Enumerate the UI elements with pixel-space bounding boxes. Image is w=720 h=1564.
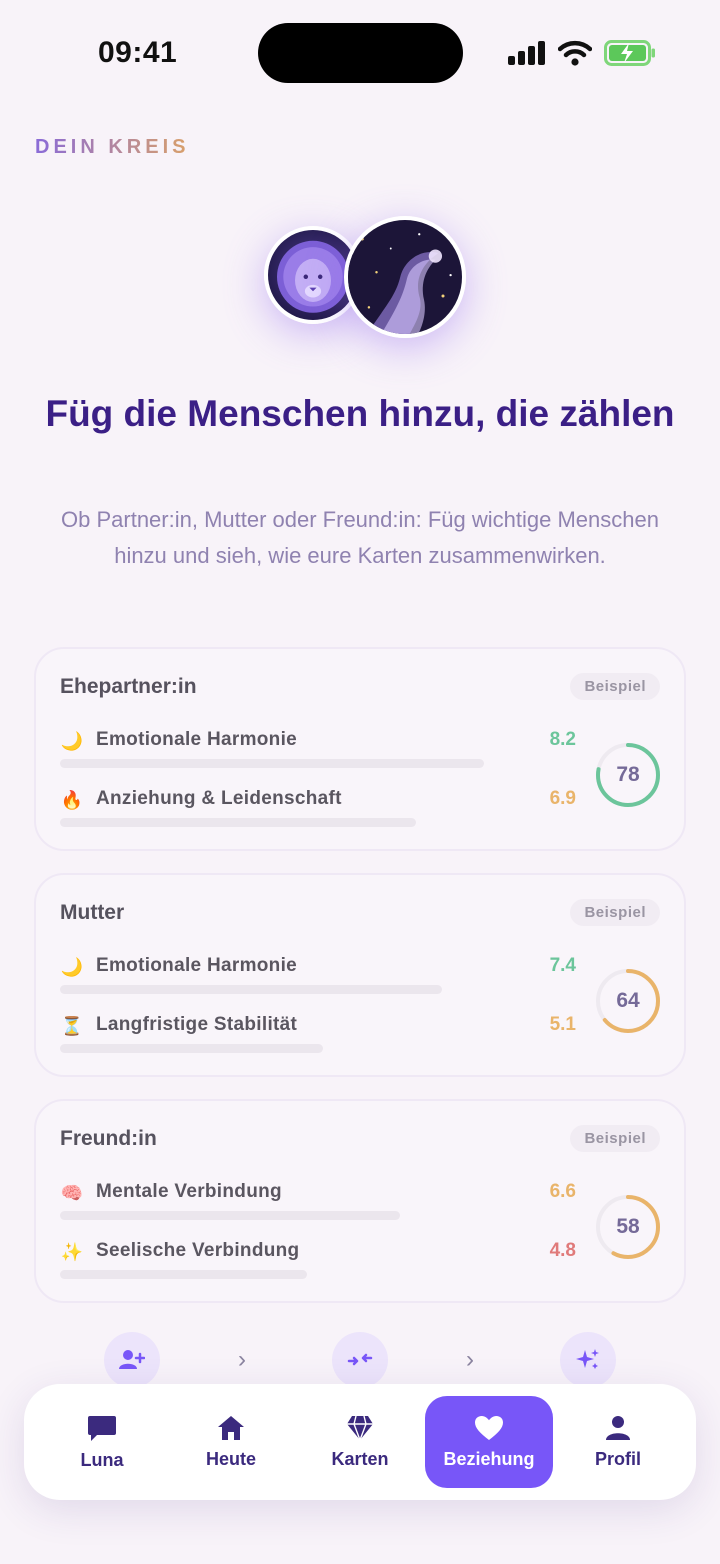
gem-icon (347, 1415, 373, 1441)
sparkles-icon: ✨ (60, 1242, 84, 1262)
metric-value: 5.1 (549, 1014, 576, 1035)
example-badge: Beispiel (570, 1125, 660, 1152)
metric-value: 6.9 (549, 788, 576, 809)
step-add-person (104, 1332, 160, 1388)
tab-heute[interactable]: Heute (167, 1396, 295, 1488)
hourglass-icon: ⏳ (60, 1016, 84, 1036)
score-value: 58 (616, 1215, 640, 1238)
metric-label: Emotionale Harmonie (96, 729, 298, 750)
tab-luna[interactable]: Luna (38, 1396, 166, 1488)
status-bar: 09:41 (0, 0, 720, 100)
tab-label: Profil (594, 1448, 641, 1469)
metric-row: 🔥 Anziehung & Leidenschaft 6.9 (60, 788, 576, 838)
card-title: Mutter (60, 901, 125, 924)
signal-icon (508, 41, 545, 65)
metric-value: 6.6 (549, 1181, 576, 1202)
metric-bar (60, 1211, 400, 1220)
score-ring: 64 (594, 967, 662, 1035)
metric-label: Anziehung & Leidenschaft (96, 788, 342, 809)
tab-label: Luna (80, 1449, 124, 1470)
step-insights (560, 1332, 616, 1388)
example-badge: Beispiel (570, 899, 660, 926)
tab-profil[interactable]: Profil (554, 1396, 682, 1488)
score-ring: 78 (594, 741, 662, 809)
status-time: 09:41 (98, 36, 178, 69)
galaxy-avatar (344, 216, 466, 338)
merge-icon (347, 1353, 373, 1366)
metric-value: 7.4 (549, 955, 576, 976)
page-title: Füg die Menschen hinzu, die zählen (45, 393, 675, 434)
score-value: 64 (616, 989, 640, 1012)
add-user-icon (119, 1350, 145, 1369)
metric-bar (60, 985, 442, 994)
tab-label: Karten (331, 1448, 389, 1469)
chevron-right-icon: › (466, 1346, 474, 1373)
card-title: Freund:in (60, 1127, 157, 1150)
section-label: DEIN KREIS (35, 136, 190, 158)
metric-label: Seelische Verbindung (96, 1240, 300, 1261)
relationship-card-freund[interactable]: Freund:in Beispiel 🧠 Mentale Verbindung … (34, 1099, 686, 1303)
metric-bar (60, 818, 416, 827)
chevron-right-icon: › (238, 1346, 246, 1373)
sparkles-icon (576, 1349, 599, 1369)
status-icons (508, 38, 656, 68)
wifi-icon (558, 40, 592, 66)
home-icon (218, 1415, 244, 1440)
metric-bar (60, 1044, 323, 1053)
metric-row: 🌙 Emotionale Harmonie 7.4 (60, 955, 576, 1005)
chat-icon (88, 1415, 116, 1441)
dynamic-island (258, 23, 463, 83)
moon-icon: 🌙 (60, 731, 84, 751)
metric-label: Mentale Verbindung (96, 1181, 282, 1202)
heart-icon (475, 1415, 503, 1440)
relationship-card-mutter[interactable]: Mutter Beispiel 🌙 Emotionale Harmonie 7.… (34, 873, 686, 1077)
score-ring: 58 (594, 1193, 662, 1261)
step-compare (332, 1332, 388, 1388)
metric-row: ✨ Seelische Verbindung 4.8 (60, 1240, 576, 1290)
card-title: Ehepartner:in (60, 675, 197, 698)
tab-beziehung[interactable]: Beziehung (425, 1396, 553, 1488)
tab-karten[interactable]: Karten (296, 1396, 424, 1488)
metric-value: 4.8 (549, 1240, 576, 1261)
person-icon (606, 1415, 630, 1440)
metric-label: Emotionale Harmonie (96, 955, 298, 976)
metric-bar (60, 759, 484, 768)
tab-label: Heute (205, 1448, 256, 1469)
moon-icon: 🌙 (60, 957, 84, 977)
metric-row: 🧠 Mentale Verbindung 6.6 (60, 1181, 576, 1231)
metric-value: 8.2 (549, 729, 576, 750)
galaxy-icon (348, 220, 462, 334)
score-value: 78 (616, 763, 640, 786)
battery-icon (604, 40, 655, 66)
metric-row: ⏳ Langfristige Stabilität 5.1 (60, 1014, 576, 1064)
brain-icon: 🧠 (60, 1183, 84, 1203)
avatar-group (262, 214, 472, 344)
metric-bar (60, 1270, 307, 1279)
tab-label: Beziehung (443, 1448, 535, 1469)
fire-icon: 🔥 (60, 790, 84, 810)
metric-row: 🌙 Emotionale Harmonie 8.2 (60, 729, 576, 779)
metric-label: Langfristige Stabilität (96, 1014, 298, 1035)
example-badge: Beispiel (570, 673, 660, 700)
steps-row: › › (104, 1332, 616, 1388)
page-subtitle: Ob Partner:in, Mutter oder Freund:in: Fü… (61, 507, 659, 568)
tab-bar: Luna Heute Karten Beziehung Profil (24, 1384, 696, 1500)
relationship-card-ehepartner[interactable]: Ehepartner:in Beispiel 🌙 Emotionale Harm… (34, 647, 686, 851)
